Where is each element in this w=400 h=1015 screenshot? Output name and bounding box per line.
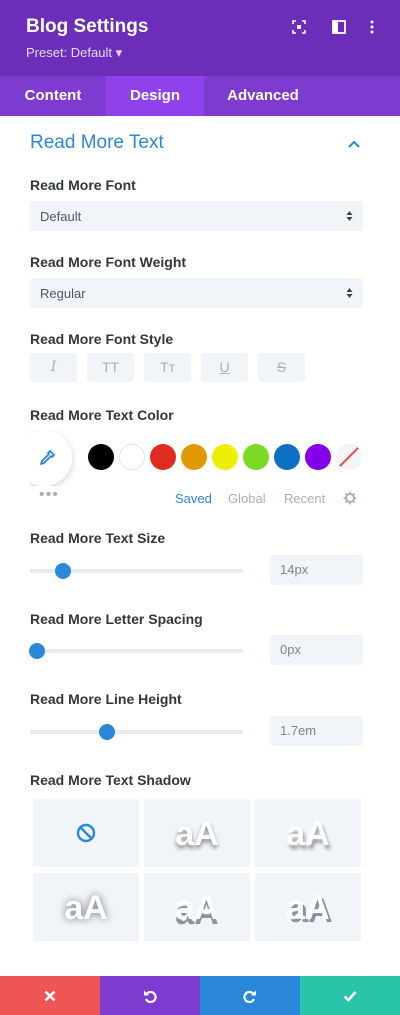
shadow-preview-text: aA xyxy=(286,889,330,927)
letter-spacing-input[interactable]: 0px xyxy=(270,635,363,665)
shadow-preview-text: aA xyxy=(175,815,219,853)
settings-tabs: Content Design Advanced xyxy=(0,76,400,116)
text-size-slider-thumb[interactable] xyxy=(55,563,71,579)
shadow-preset-5[interactable]: aA xyxy=(255,873,361,941)
fullscreen-icon[interactable] xyxy=(291,19,307,35)
eyedropper-icon xyxy=(40,450,55,465)
save-button[interactable] xyxy=(300,976,400,1015)
shadow-preset-none[interactable] xyxy=(33,799,139,867)
shadow-preset-2[interactable]: aA xyxy=(255,799,361,867)
shadow-preset-1[interactable]: aA xyxy=(144,799,250,867)
gear-icon[interactable] xyxy=(343,491,357,505)
text-shadow-label: Read More Text Shadow xyxy=(30,772,191,788)
footer-action-bar xyxy=(0,976,400,1015)
settings-header: Blog Settings Preset: Default ▾ xyxy=(0,0,400,76)
color-swatch-yellow[interactable] xyxy=(212,444,238,470)
section-title[interactable]: Read More Text xyxy=(30,132,164,154)
no-shadow-icon xyxy=(76,823,96,843)
line-height-slider-track[interactable] xyxy=(30,730,243,734)
more-vertical-icon[interactable] xyxy=(364,19,380,35)
discard-button[interactable] xyxy=(0,976,100,1015)
underline-button[interactable]: U xyxy=(201,353,248,382)
undo-button[interactable] xyxy=(100,976,200,1015)
letter-spacing-slider-thumb[interactable] xyxy=(29,643,46,659)
font-weight-select-value: Regular xyxy=(40,286,86,301)
tab-advanced[interactable]: Advanced xyxy=(204,76,322,116)
color-picker-button[interactable] xyxy=(30,430,72,486)
letter-spacing-label: Read More Letter Spacing xyxy=(30,611,203,627)
undo-icon xyxy=(144,990,157,1003)
color-swatch-green[interactable] xyxy=(243,444,269,470)
redo-icon xyxy=(243,990,256,1003)
text-size-label: Read More Text Size xyxy=(30,530,166,546)
tab-design[interactable]: Design xyxy=(106,76,204,116)
font-select-value: Default xyxy=(40,209,82,224)
strikethrough-button[interactable]: S xyxy=(258,353,305,382)
color-tab-saved[interactable]: Saved xyxy=(175,491,212,506)
select-arrows-icon xyxy=(346,209,353,223)
color-swatch-blue[interactable] xyxy=(274,444,300,470)
font-select[interactable]: Default xyxy=(30,201,363,231)
shadow-preview-text: aA xyxy=(64,889,108,927)
chevron-up-icon[interactable] xyxy=(346,137,362,149)
shadow-preview-text: aA xyxy=(286,815,330,853)
modal-title: Blog Settings xyxy=(26,16,149,37)
shadow-preview-text: aA xyxy=(175,889,219,927)
close-icon xyxy=(44,990,56,1002)
more-colors-icon[interactable]: ••• xyxy=(39,487,59,503)
sidebar-layout-icon[interactable] xyxy=(331,19,347,35)
font-style-label: Read More Font Style xyxy=(30,331,174,347)
capitalize-button[interactable]: Tт xyxy=(144,353,191,382)
select-arrows-icon xyxy=(346,286,353,300)
shadow-preset-3[interactable]: aA xyxy=(33,873,139,941)
preset-dropdown[interactable]: Preset: Default ▾ xyxy=(26,45,122,61)
color-swatch-purple[interactable] xyxy=(305,444,331,470)
letter-spacing-slider-track[interactable] xyxy=(30,649,243,653)
check-icon xyxy=(343,991,357,1002)
redo-button[interactable] xyxy=(200,976,300,1015)
color-swatch-red[interactable] xyxy=(150,444,176,470)
tab-content[interactable]: Content xyxy=(0,76,106,116)
text-size-input[interactable]: 14px xyxy=(270,555,363,585)
font-label: Read More Font xyxy=(30,177,136,193)
color-swatch-black[interactable] xyxy=(88,444,114,470)
font-weight-select[interactable]: Regular xyxy=(30,278,363,308)
color-picker-wrap xyxy=(30,430,76,486)
color-swatch-none[interactable] xyxy=(336,444,362,470)
italic-button[interactable]: I xyxy=(30,353,77,382)
text-color-label: Read More Text Color xyxy=(30,407,174,423)
line-height-slider-thumb[interactable] xyxy=(98,724,115,740)
uppercase-button[interactable]: TT xyxy=(87,353,134,382)
color-tab-global[interactable]: Global xyxy=(228,491,266,506)
shadow-preset-4[interactable]: aA xyxy=(144,873,250,941)
font-weight-label: Read More Font Weight xyxy=(30,254,187,270)
color-swatch-white[interactable] xyxy=(119,444,145,470)
line-height-label: Read More Line Height xyxy=(30,691,182,707)
line-height-input[interactable]: 1.7em xyxy=(270,716,363,746)
color-tab-recent[interactable]: Recent xyxy=(284,491,325,506)
color-swatch-orange[interactable] xyxy=(181,444,207,470)
